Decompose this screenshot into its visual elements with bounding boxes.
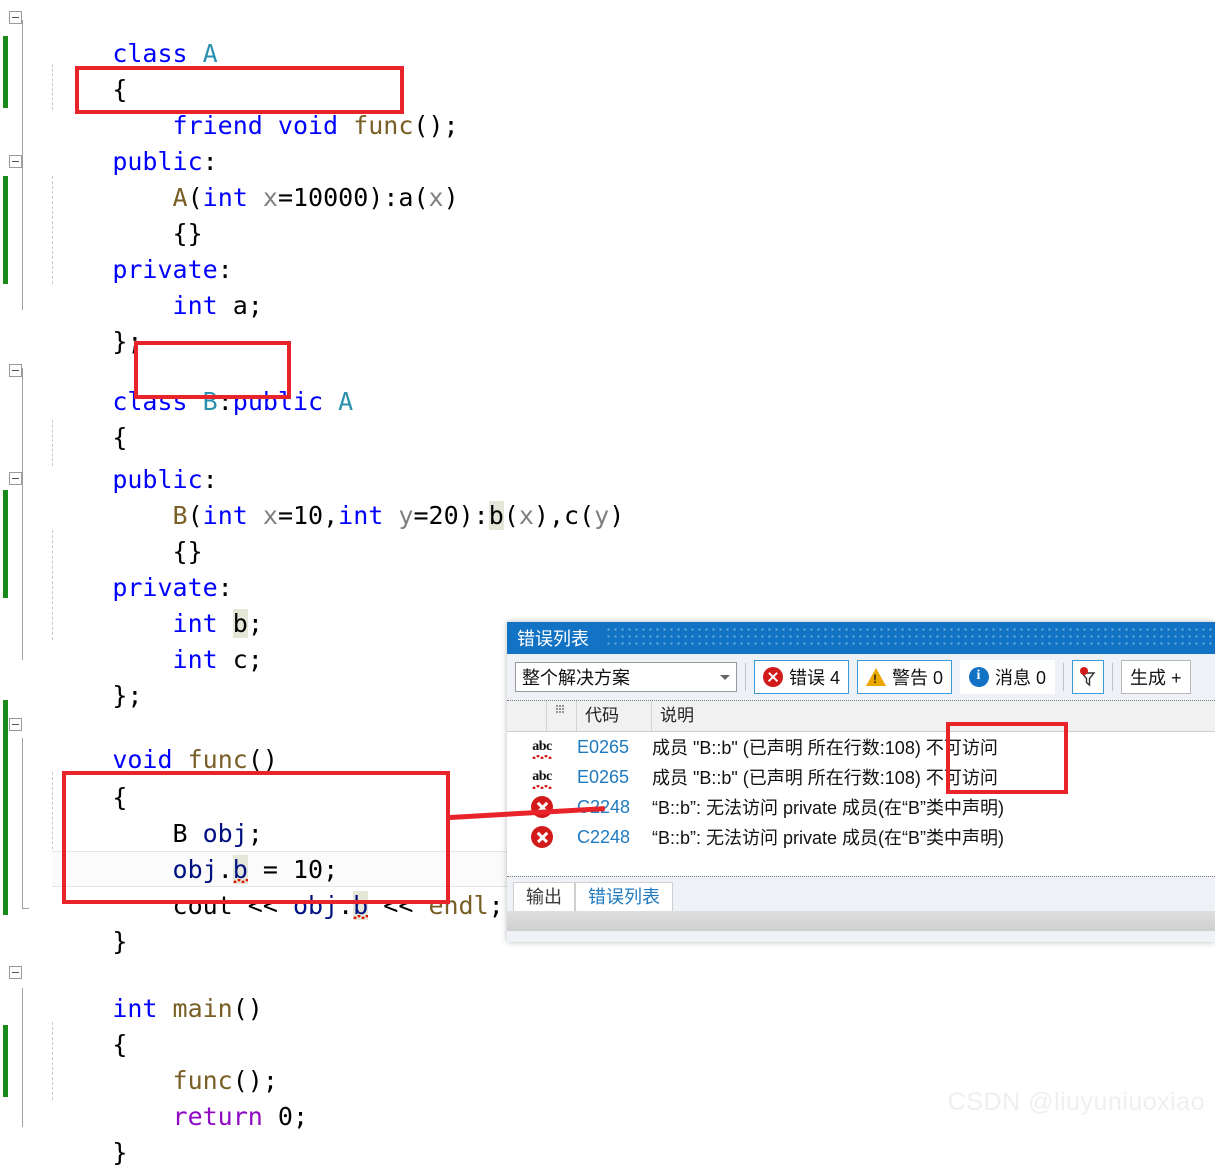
annotation-box-inheritance [134,341,291,399]
code-line[interactable]: } [22,1099,127,1167]
code-line[interactable]: public: [22,426,217,494]
toolbar-separator [745,663,746,691]
scope-filter-value: 整个解决方案 [522,668,630,688]
column-header-grip[interactable] [547,701,577,731]
tab-output[interactable]: 输出 [513,882,575,911]
row-description: “B::b”: 无法访问 private 成员(在“B”类中声明) [652,798,1005,818]
code-line[interactable]: func(); [22,1027,278,1095]
row-code: E0265 [577,766,630,787]
code-line[interactable]: A(int x=10000):a(x) [22,144,459,212]
code-line[interactable]: private: [22,216,232,284]
titlebar-dot-texture [607,628,1215,646]
warning-icon [866,668,887,686]
table-row[interactable]: C2248 “B::b”: 无法访问 private 成员(在“B”类中声明) [507,792,1215,822]
panel-tabstrip[interactable]: 输出 错误列表 [507,876,1215,911]
annotation-box-func-body [62,771,450,904]
code-line[interactable]: { [22,991,127,1059]
change-marker [3,1025,8,1097]
panel-bottom-edge [507,911,1215,931]
row-code: C2248 [577,826,631,847]
abc-squiggle-icon: abc [532,739,552,759]
error-rows-filler [507,852,1215,876]
tab-error-list[interactable]: 错误列表 [575,882,673,911]
code-line[interactable]: }; [22,288,142,356]
code-line[interactable]: class A [22,0,217,68]
change-marker [3,490,8,598]
row-description: 成员 "B::b" (已声明 所在行数:108) 不可访问 [652,738,998,758]
table-row[interactable]: C2248 “B::b”: 无法访问 private 成员(在“B”类中声明) [507,822,1215,852]
row-icon [507,826,577,848]
row-icon: abc [507,769,577,789]
warning-count-button[interactable]: 警告 0 [857,660,953,694]
column-header-description[interactable]: 说明 [652,701,1215,731]
code-line[interactable]: return 0; [22,1063,309,1131]
error-grid-header: 代码 说明 [507,701,1215,732]
error-list-panel[interactable]: 错误列表 整个解决方案 错误 4 警告 0 消息 0 [507,622,1215,942]
message-count-button[interactable]: 消息 0 [960,660,1056,694]
build-filter-label: 生成 + [1130,668,1182,688]
watermark: CSDN @liuyuniuoxiao [947,1088,1205,1116]
annotation-box-inaccessible-column [946,722,1068,794]
error-list-toolbar[interactable]: 整个解决方案 错误 4 警告 0 消息 0 [507,654,1215,701]
code-line[interactable]: int a; [22,252,263,320]
abc-squiggle-icon: abc [532,769,552,789]
row-code: E0265 [577,736,630,757]
fold-toggle-ctor-a[interactable] [9,155,22,168]
error-count-label: 错误 4 [789,668,841,688]
filter-button[interactable] [1072,660,1105,694]
toolbar-separator [1112,663,1114,691]
info-icon [969,667,990,687]
error-list-title: 错误列表 [517,625,597,651]
chevron-down-icon [720,674,730,680]
code-line[interactable]: {} [22,498,203,566]
code-line[interactable]: int main() [22,955,263,1023]
fold-toggle-func[interactable] [9,718,22,731]
fold-toggle-main[interactable] [9,966,22,979]
code-line[interactable]: B(int x=10,int y=20):b(x),c(y) [22,462,624,530]
fold-toggle-ctor-b[interactable] [9,472,22,485]
code-line[interactable]: { [22,384,127,452]
table-row[interactable]: abc E0265 成员 "B::b" (已声明 所在行数:108) 不可访问 [507,732,1215,762]
code-line[interactable]: int c; [22,606,263,674]
column-header-icon[interactable] [507,701,547,731]
filter-funnel-icon [1078,666,1098,688]
toolbar-separator [1063,663,1065,691]
change-marker [3,36,8,108]
row-description: 成员 "B::b" (已声明 所在行数:108) 不可访问 [652,768,998,788]
fold-toggle-class-b[interactable] [9,364,22,377]
error-list-titlebar: 错误列表 [507,622,1215,654]
annotation-box-friend-decl [75,66,404,114]
error-rows[interactable]: abc E0265 成员 "B::b" (已声明 所在行数:108) 不可访问 … [507,732,1215,876]
column-header-code[interactable]: 代码 [577,701,652,731]
error-count-button[interactable]: 错误 4 [754,660,850,694]
row-icon: abc [507,739,577,759]
code-line[interactable]: }; [22,642,142,710]
code-line[interactable]: {} [22,180,203,248]
change-marker [3,176,8,284]
warning-count-label: 警告 0 [892,668,944,688]
error-circle-icon [531,826,553,848]
table-row[interactable]: abc E0265 成员 "B::b" (已声明 所在行数:108) 不可访问 [507,762,1215,792]
change-marker [3,700,8,915]
message-count-label: 消息 0 [995,668,1047,688]
code-line[interactable]: void func() [22,706,278,774]
row-description: “B::b”: 无法访问 private 成员(在“B”类中声明) [652,828,1005,848]
fold-toggle-class-a[interactable] [9,11,22,24]
code-editor[interactable]: class A { friend void func(); public: A(… [0,0,1215,1167]
code-line[interactable]: int b; [22,570,263,638]
scope-filter-dropdown[interactable]: 整个解决方案 [515,662,737,692]
error-icon [763,667,783,687]
code-line[interactable]: private: [22,534,232,602]
build-filter-button[interactable]: 生成 + [1121,660,1191,694]
